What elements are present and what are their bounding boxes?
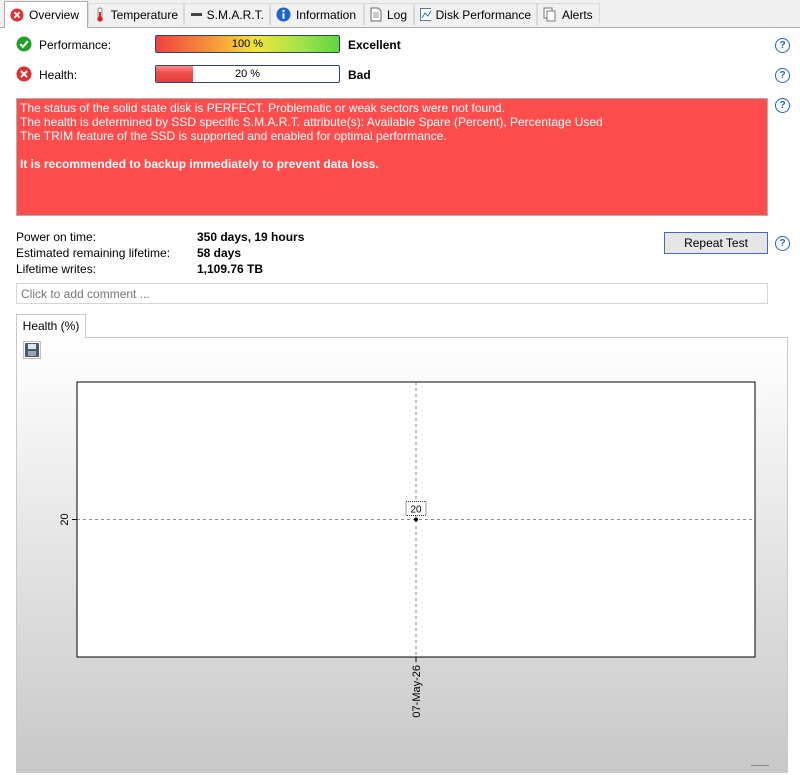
x-tick-label: 07-May-26 [411, 665, 423, 718]
tab-label: S.M.A.R.T. [206, 7, 264, 22]
health-bar: 20 % [155, 65, 340, 83]
tab-label: Log [387, 7, 408, 22]
tab-disk-performance[interactable]: Disk Performance [414, 3, 537, 25]
performance-label: Performance: [39, 38, 112, 52]
chart-icon [420, 8, 431, 21]
help-icon[interactable]: ? [775, 236, 790, 251]
thermometer-icon [97, 7, 103, 22]
stat-value: 1,109.76 TB [197, 262, 264, 276]
performance-rating: Excellent [348, 38, 401, 52]
error-icon [16, 66, 32, 82]
tab-label: Alerts [562, 7, 593, 22]
tab-label: Information [296, 7, 357, 22]
alerts-icon [543, 7, 556, 22]
stat-label: Lifetime writes: [16, 262, 97, 276]
status-line: The TRIM feature of the SSD is supported… [20, 129, 447, 143]
comment-input[interactable] [16, 283, 768, 304]
tab-label: Disk Performance [435, 7, 531, 22]
smart-icon [191, 12, 202, 16]
tab-bar: Overview Temperature S.M.A.R.T. Informat… [0, 0, 800, 28]
tab-log[interactable]: Log [364, 3, 414, 25]
performance-percent: 100 % [231, 38, 264, 50]
overview-panel: Performance: 100 % Excellent ? Health: 2… [0, 27, 800, 775]
data-label: 20 [410, 505, 422, 516]
stat-label: Estimated remaining lifetime: [16, 246, 171, 260]
status-line: The status of the solid state disk is PE… [20, 101, 505, 115]
ok-check-icon [16, 36, 32, 52]
y-tick-label: 20 [59, 513, 71, 525]
health-percent: 20 % [234, 68, 261, 80]
chart-area: 20 20 07-May-26 [16, 337, 788, 773]
tab-alerts[interactable]: Alerts [537, 3, 600, 25]
tab-label: Overview [29, 8, 80, 22]
help-icon[interactable]: ? [775, 38, 790, 53]
tab-overview[interactable]: Overview [4, 1, 88, 28]
tab-information[interactable]: Information [270, 3, 364, 25]
help-icon[interactable]: ? [775, 98, 790, 113]
tab-smart[interactable]: S.M.A.R.T. [184, 3, 270, 25]
stat-value: 58 days [197, 246, 242, 260]
tab-temperature[interactable]: Temperature [88, 3, 184, 25]
status-message-box: The status of the solid state disk is PE… [16, 98, 768, 216]
error-icon [10, 8, 24, 22]
repeat-test-button[interactable]: Repeat Test [664, 232, 768, 254]
tab-health-percent[interactable]: Health (%) [16, 314, 86, 338]
health-rating: Bad [348, 68, 371, 82]
info-icon [276, 7, 291, 22]
window-handle [751, 765, 769, 766]
document-icon [370, 7, 382, 22]
performance-bar: 100 % [155, 35, 340, 53]
health-chart: 20 20 07-May-26 [59, 381, 756, 718]
data-point [414, 517, 418, 522]
health-label: Health: [39, 68, 78, 82]
stat-label: Power on time: [16, 230, 97, 244]
tab-label: Temperature [110, 7, 178, 22]
status-line: The health is determined by SSD specific… [20, 115, 603, 129]
help-icon[interactable]: ? [775, 68, 790, 83]
status-warning: It is recommended to backup immediately … [20, 157, 379, 171]
stat-value: 350 days, 19 hours [197, 230, 305, 244]
